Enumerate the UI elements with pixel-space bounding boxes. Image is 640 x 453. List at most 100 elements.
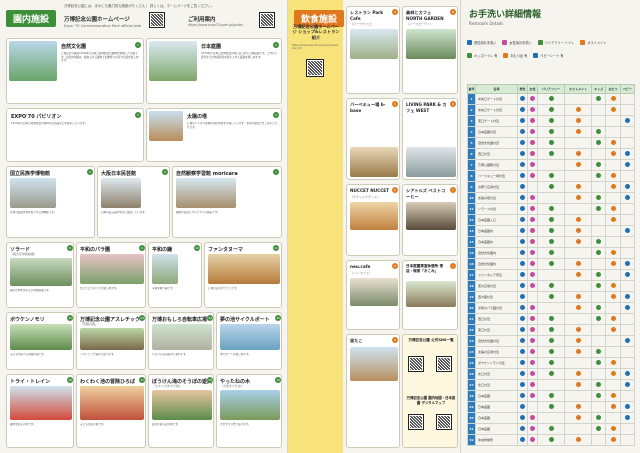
- facility-cell: [564, 291, 593, 303]
- row-name: ソラード付近: [475, 203, 518, 215]
- availability-icon: [624, 338, 630, 343]
- facility-cell: [591, 302, 607, 314]
- facility-card-16[interactable]: トライ・トレイン 16 園内を巡る列車です。: [6, 374, 74, 448]
- food-card-h[interactable]: neu.cafe （ノイ カフェ） H: [346, 260, 400, 330]
- facility-card-15[interactable]: 夢の池サイクルボート 15 池でボートを楽しめます。: [216, 312, 282, 370]
- row-name: 平和のバラ園付近: [475, 302, 518, 314]
- food-card-e[interactable]: NUCCET NUCCET （ナゲットナゲット） E: [346, 184, 400, 256]
- facility-number: 13: [139, 315, 145, 321]
- facility-cell: [591, 368, 607, 380]
- facility-cell: [605, 401, 621, 413]
- row-number: 9: [467, 181, 476, 193]
- availability-icon: [610, 250, 616, 255]
- facility-card-18[interactable]: ぼうけん滝のそうぼの遊具 「エキスポあそび場」 18 遊具のある遊び場です。: [148, 374, 214, 448]
- availability-icon: [548, 338, 554, 343]
- table-row: 4 日本庭園付近: [467, 126, 636, 138]
- availability-icon: [519, 151, 525, 156]
- facility-card-4[interactable]: 太陽の塔 4 万博のシンボル太陽の塔の内部を公開しています。生命の樹などをご覧い…: [146, 108, 282, 162]
- facility-cell: [591, 247, 607, 259]
- availability-icon: [519, 140, 525, 145]
- hp-link[interactable]: 万博記念公園ホームページ Expo '70 Commemorative Park…: [64, 15, 141, 28]
- table-row: 24 太陽の広場付近: [467, 346, 636, 358]
- facility-cell: [619, 357, 636, 369]
- facility-cell: [619, 181, 636, 193]
- row-number: 28: [467, 390, 476, 402]
- facility-cell: [591, 423, 607, 435]
- kids-toilet-icon: [467, 53, 472, 58]
- facility-cell: [526, 357, 538, 369]
- availability-icon: [624, 151, 630, 156]
- facility-cell: [564, 126, 593, 138]
- facility-cell: [605, 357, 621, 369]
- facility-card-12[interactable]: ボウケンノモリ 12 子どもが遊べる冒険の森です。: [6, 312, 74, 370]
- facility-name: 平和の鐘: [152, 247, 173, 253]
- facility-card-10[interactable]: 平和の鐘 10 平和を願う鐘です。: [148, 242, 202, 308]
- facility-name: 国立民族学博物館: [10, 171, 51, 177]
- facility-cell: [591, 126, 607, 138]
- guide-url: https://www.expo70-park.jp/guide/: [188, 23, 244, 27]
- facility-card-1[interactable]: 自然文化園 1 万博記念公園は1970年の日本万国博覧会の跡地を整備した公園です…: [6, 38, 144, 104]
- row-name: 東の広場付近: [475, 280, 518, 292]
- facility-card-17[interactable]: わくわく池の冒険ひろば 17 子どもの遊び場です。: [76, 374, 146, 448]
- food-card-d[interactable]: LIVING PARK & カフェ WEST D: [402, 98, 458, 180]
- facility-card-7[interactable]: 自然観察学習館 moricara 7 園内の自然について学べる施設です。: [172, 166, 282, 238]
- availability-icon: [519, 371, 525, 376]
- facility-card-9[interactable]: 平和のパラ園 9 色とりどりのバラが楽しめます。: [76, 242, 146, 308]
- food-card-i[interactable]: 日本庭園茶室休憩所 茶店・喫茶「おこみ」 I: [402, 260, 458, 330]
- facility-description: 樹木の中を歩ける空中観察路です。: [10, 289, 52, 292]
- sns-card[interactable]: 万博記念公園 公式SNS一覧 万博記念公園 園内地図・日本庭園 デジタルマップ: [402, 334, 458, 448]
- facility-cell: [564, 412, 593, 424]
- availability-icon: [548, 437, 554, 442]
- availability-icon: [548, 129, 554, 134]
- facility-description: 子どもの遊び場です。: [80, 423, 106, 426]
- row-number: 2: [467, 104, 476, 116]
- table-row: 1 中央口ゲート付近: [467, 93, 636, 105]
- facility-card-11[interactable]: ファンタヌーマ 11 万博の記念オブジェです。: [204, 242, 282, 308]
- facility-cell: [564, 115, 593, 127]
- food-photo: [406, 147, 456, 177]
- availability-icon: [596, 316, 602, 321]
- food-card-f[interactable]: シアトルズ ベストコーヒー F: [402, 184, 458, 256]
- facility-card-5[interactable]: 国立民族学博物館 5 世界の民族文化を紹介する博物館です。: [6, 166, 95, 238]
- facility-cell: [526, 379, 538, 391]
- facility-card-13[interactable]: 万博記念公園アスレチック 「冒険の森」 13 アスレチック遊具で遊べます。: [76, 312, 146, 370]
- row-name: 北口付近: [475, 379, 518, 391]
- female-icon: [502, 40, 508, 45]
- facility-cell: [517, 258, 528, 270]
- food-hp-label[interactable]: 万博記念公園ホームページ ショップ&レストラン紹介: [292, 24, 340, 40]
- facility-cell: [619, 401, 636, 413]
- guide-link[interactable]: ご利用案内 https://www.expo70-park.jp/guide/: [188, 15, 243, 27]
- food-card-a[interactable]: レストラン Park Cafe （パークカフェ） A: [346, 6, 400, 94]
- facility-cell: [605, 434, 621, 446]
- facility-card-6[interactable]: 大阪日本民芸館 6 日本の民芸品を中心に展示しています。: [97, 166, 170, 238]
- facility-card-14[interactable]: 万博おもしろ自転車広場 14 いろいろな自転車に乗れます。: [148, 312, 214, 370]
- facility-description: 色とりどりのバラが楽しめます。: [80, 287, 119, 290]
- male-icon: [467, 40, 472, 45]
- row-name: 自然文化園付近: [475, 335, 518, 347]
- availability-icon: [596, 140, 602, 145]
- facility-cell: [605, 137, 621, 149]
- facility-card-2[interactable]: 日本庭園 2 1970年の日本万国博覧会の際に造られた日本庭園です。上代から近代…: [146, 38, 282, 104]
- facility-cell: [605, 126, 621, 138]
- restroom-subtitle: Restroom Details: [469, 21, 504, 26]
- availability-icon: [610, 206, 616, 211]
- facility-card-19[interactable]: やったねの木 （大型すべり台） 19 大型すべり台で遊べます。: [216, 374, 282, 448]
- facility-cell: [526, 247, 538, 259]
- facility-cell: [517, 236, 528, 248]
- facility-card-8[interactable]: ソラード （森の空中観察路） 8 樹木の中を歩ける空中観察路です。: [6, 242, 74, 308]
- hp-subtitle: Expo '70 Commemorative Park official web: [64, 24, 142, 28]
- food-card-k[interactable]: 宙たこ K: [346, 334, 400, 448]
- food-name: neu.cafe: [350, 264, 371, 269]
- availability-icon: [548, 294, 554, 299]
- availability-icon: [624, 404, 630, 409]
- availability-icon: [529, 393, 535, 398]
- food-card-b[interactable]: 森林とカフェ NORTH GARDEN （ノースガーデン） B: [402, 6, 458, 94]
- row-number: 29: [467, 401, 476, 413]
- facility-card-3[interactable]: EXPO'70 パビリオン 3 1970年の日本万国博覧会の資料や記念品などを展…: [6, 108, 144, 162]
- facility-cell: [564, 104, 593, 116]
- facility-cell: [526, 236, 538, 248]
- availability-icon: [610, 107, 616, 112]
- food-card-c[interactable]: バーベキュー場 b-base C: [346, 98, 400, 180]
- availability-icon: [529, 151, 535, 156]
- facility-cell: [536, 302, 566, 314]
